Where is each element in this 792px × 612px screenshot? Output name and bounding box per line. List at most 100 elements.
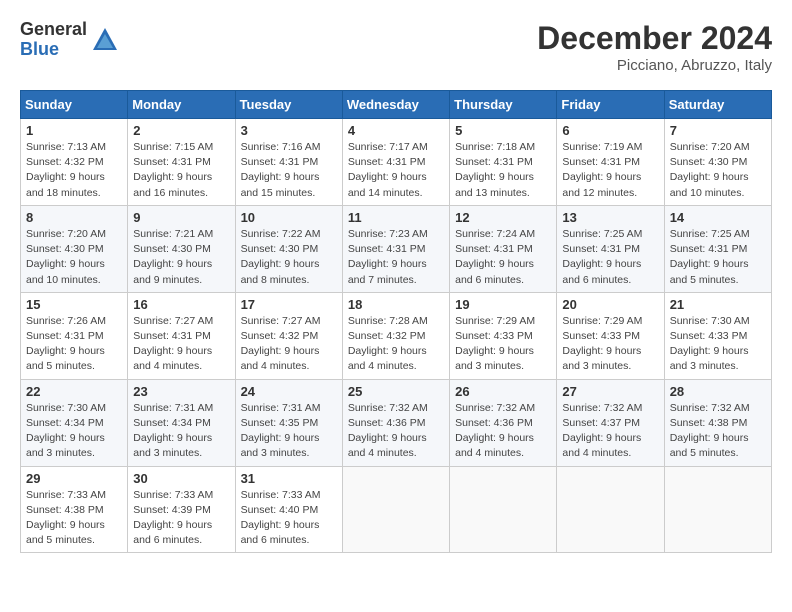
day-info: Sunrise: 7:29 AMSunset: 4:33 PMDaylight:… <box>455 314 551 375</box>
day-number: 22 <box>26 384 122 399</box>
day-info: Sunrise: 7:32 AMSunset: 4:36 PMDaylight:… <box>348 401 444 462</box>
calendar-cell: 24Sunrise: 7:31 AMSunset: 4:35 PMDayligh… <box>235 379 342 466</box>
day-info: Sunrise: 7:33 AMSunset: 4:39 PMDaylight:… <box>133 488 229 549</box>
weekday-header-monday: Monday <box>128 91 235 119</box>
day-number: 11 <box>348 210 444 225</box>
day-number: 9 <box>133 210 229 225</box>
day-number: 30 <box>133 471 229 486</box>
calendar-week-3: 15 Sunrise: 7:26 AMSunset: 4:31 PMDayligh… <box>21 292 772 379</box>
day-number: 28 <box>670 384 766 399</box>
calendar-cell: 10 Sunrise: 7:22 AMSunset: 4:30 PMDayligh… <box>235 205 342 292</box>
day-info: Sunrise: 7:32 AMSunset: 4:38 PMDaylight:… <box>670 401 766 462</box>
calendar-cell: 13 Sunrise: 7:25 AMSunset: 4:31 PMDayligh… <box>557 205 664 292</box>
calendar-cell: 31 Sunrise: 7:33 AMSunset: 4:40 PMDayligh… <box>235 466 342 553</box>
calendar-cell: 7Sunrise: 7:20 AMSunset: 4:30 PMDaylight… <box>664 119 771 206</box>
calendar-cell: 18 Sunrise: 7:28 AMSunset: 4:32 PMDayligh… <box>342 292 449 379</box>
month-title: December 2024 <box>537 20 772 57</box>
calendar-header: SundayMondayTuesdayWednesdayThursdayFrid… <box>21 91 772 119</box>
day-number: 27 <box>562 384 658 399</box>
calendar-cell: 23 Sunrise: 7:31 AMSunset: 4:34 PMDayligh… <box>128 379 235 466</box>
calendar-week-1: 1 Sunrise: 7:13 AMSunset: 4:32 PMDaylight… <box>21 119 772 206</box>
calendar-cell: 29Sunrise: 7:33 AMSunset: 4:38 PMDayligh… <box>21 466 128 553</box>
calendar-table: SundayMondayTuesdayWednesdayThursdayFrid… <box>20 90 772 553</box>
logo-general-text: General <box>20 20 87 40</box>
day-number: 5 <box>455 123 551 138</box>
calendar-cell: 4 Sunrise: 7:17 AMSunset: 4:31 PMDaylight… <box>342 119 449 206</box>
day-info: Sunrise: 7:22 AMSunset: 4:30 PMDaylight:… <box>241 227 337 288</box>
calendar-cell: 26 Sunrise: 7:32 AMSunset: 4:36 PMDayligh… <box>450 379 557 466</box>
calendar-week-5: 29Sunrise: 7:33 AMSunset: 4:38 PMDayligh… <box>21 466 772 553</box>
day-info: Sunrise: 7:26 AMSunset: 4:31 PMDaylight:… <box>26 314 122 375</box>
day-info: Sunrise: 7:28 AMSunset: 4:32 PMDaylight:… <box>348 314 444 375</box>
calendar-cell: 12 Sunrise: 7:24 AMSunset: 4:31 PMDayligh… <box>450 205 557 292</box>
day-info: Sunrise: 7:32 AMSunset: 4:36 PMDaylight:… <box>455 401 551 462</box>
day-number: 12 <box>455 210 551 225</box>
day-number: 20 <box>562 297 658 312</box>
calendar-cell <box>557 466 664 553</box>
day-number: 10 <box>241 210 337 225</box>
day-info: Sunrise: 7:27 AMSunset: 4:32 PMDaylight:… <box>241 314 337 375</box>
weekday-header-sunday: Sunday <box>21 91 128 119</box>
day-info: Sunrise: 7:24 AMSunset: 4:31 PMDaylight:… <box>455 227 551 288</box>
calendar-cell: 21 Sunrise: 7:30 AMSunset: 4:33 PMDayligh… <box>664 292 771 379</box>
day-info: Sunrise: 7:15 AMSunset: 4:31 PMDaylight:… <box>133 140 229 201</box>
calendar-cell: 25 Sunrise: 7:32 AMSunset: 4:36 PMDayligh… <box>342 379 449 466</box>
calendar-cell: 20 Sunrise: 7:29 AMSunset: 4:33 PMDayligh… <box>557 292 664 379</box>
day-number: 13 <box>562 210 658 225</box>
day-number: 6 <box>562 123 658 138</box>
day-info: Sunrise: 7:25 AMSunset: 4:31 PMDaylight:… <box>562 227 658 288</box>
page-header: General Blue December 2024 Picciano, Abr… <box>20 20 772 74</box>
calendar-cell <box>342 466 449 553</box>
calendar-cell: 16 Sunrise: 7:27 AMSunset: 4:31 PMDayligh… <box>128 292 235 379</box>
day-number: 8 <box>26 210 122 225</box>
day-number: 25 <box>348 384 444 399</box>
day-number: 14 <box>670 210 766 225</box>
calendar-week-4: 22 Sunrise: 7:30 AMSunset: 4:34 PMDayligh… <box>21 379 772 466</box>
day-info: Sunrise: 7:29 AMSunset: 4:33 PMDaylight:… <box>562 314 658 375</box>
day-number: 3 <box>241 123 337 138</box>
calendar-cell: 28 Sunrise: 7:32 AMSunset: 4:38 PMDayligh… <box>664 379 771 466</box>
day-info: Sunrise: 7:33 AMSunset: 4:40 PMDaylight:… <box>241 488 337 549</box>
calendar-cell: 15 Sunrise: 7:26 AMSunset: 4:31 PMDayligh… <box>21 292 128 379</box>
calendar-cell: 22 Sunrise: 7:30 AMSunset: 4:34 PMDayligh… <box>21 379 128 466</box>
calendar-cell: 2Sunrise: 7:15 AMSunset: 4:31 PMDaylight… <box>128 119 235 206</box>
calendar-cell: 30 Sunrise: 7:33 AMSunset: 4:39 PMDayligh… <box>128 466 235 553</box>
day-number: 19 <box>455 297 551 312</box>
weekday-header-thursday: Thursday <box>450 91 557 119</box>
day-number: 29 <box>26 471 122 486</box>
day-number: 16 <box>133 297 229 312</box>
day-number: 1 <box>26 123 122 138</box>
day-info: Sunrise: 7:18 AMSunset: 4:31 PMDaylight:… <box>455 140 551 201</box>
day-number: 31 <box>241 471 337 486</box>
day-info: Sunrise: 7:23 AMSunset: 4:31 PMDaylight:… <box>348 227 444 288</box>
logo-icon <box>91 26 119 54</box>
day-info: Sunrise: 7:30 AMSunset: 4:33 PMDaylight:… <box>670 314 766 375</box>
day-number: 18 <box>348 297 444 312</box>
day-number: 15 <box>26 297 122 312</box>
day-info: Sunrise: 7:30 AMSunset: 4:34 PMDaylight:… <box>26 401 122 462</box>
day-info: Sunrise: 7:17 AMSunset: 4:31 PMDaylight:… <box>348 140 444 201</box>
day-number: 21 <box>670 297 766 312</box>
day-number: 7 <box>670 123 766 138</box>
day-number: 4 <box>348 123 444 138</box>
calendar-cell: 9 Sunrise: 7:21 AMSunset: 4:30 PMDaylight… <box>128 205 235 292</box>
day-info: Sunrise: 7:27 AMSunset: 4:31 PMDaylight:… <box>133 314 229 375</box>
day-info: Sunrise: 7:21 AMSunset: 4:30 PMDaylight:… <box>133 227 229 288</box>
calendar-cell <box>664 466 771 553</box>
weekday-header-saturday: Saturday <box>664 91 771 119</box>
day-number: 26 <box>455 384 551 399</box>
weekday-header-tuesday: Tuesday <box>235 91 342 119</box>
calendar-cell: 5 Sunrise: 7:18 AMSunset: 4:31 PMDaylight… <box>450 119 557 206</box>
day-info: Sunrise: 7:13 AMSunset: 4:32 PMDaylight:… <box>26 140 122 201</box>
day-info: Sunrise: 7:19 AMSunset: 4:31 PMDaylight:… <box>562 140 658 201</box>
day-info: Sunrise: 7:16 AMSunset: 4:31 PMDaylight:… <box>241 140 337 201</box>
calendar-week-2: 8 Sunrise: 7:20 AMSunset: 4:30 PMDaylight… <box>21 205 772 292</box>
day-info: Sunrise: 7:31 AMSunset: 4:35 PMDaylight:… <box>241 401 337 462</box>
day-info: Sunrise: 7:20 AMSunset: 4:30 PMDaylight:… <box>26 227 122 288</box>
title-block: December 2024 Picciano, Abruzzo, Italy <box>537 20 772 74</box>
calendar-cell: 27Sunrise: 7:32 AMSunset: 4:37 PMDayligh… <box>557 379 664 466</box>
calendar-cell: 11 Sunrise: 7:23 AMSunset: 4:31 PMDayligh… <box>342 205 449 292</box>
day-info: Sunrise: 7:31 AMSunset: 4:34 PMDaylight:… <box>133 401 229 462</box>
day-number: 23 <box>133 384 229 399</box>
weekday-header-wednesday: Wednesday <box>342 91 449 119</box>
